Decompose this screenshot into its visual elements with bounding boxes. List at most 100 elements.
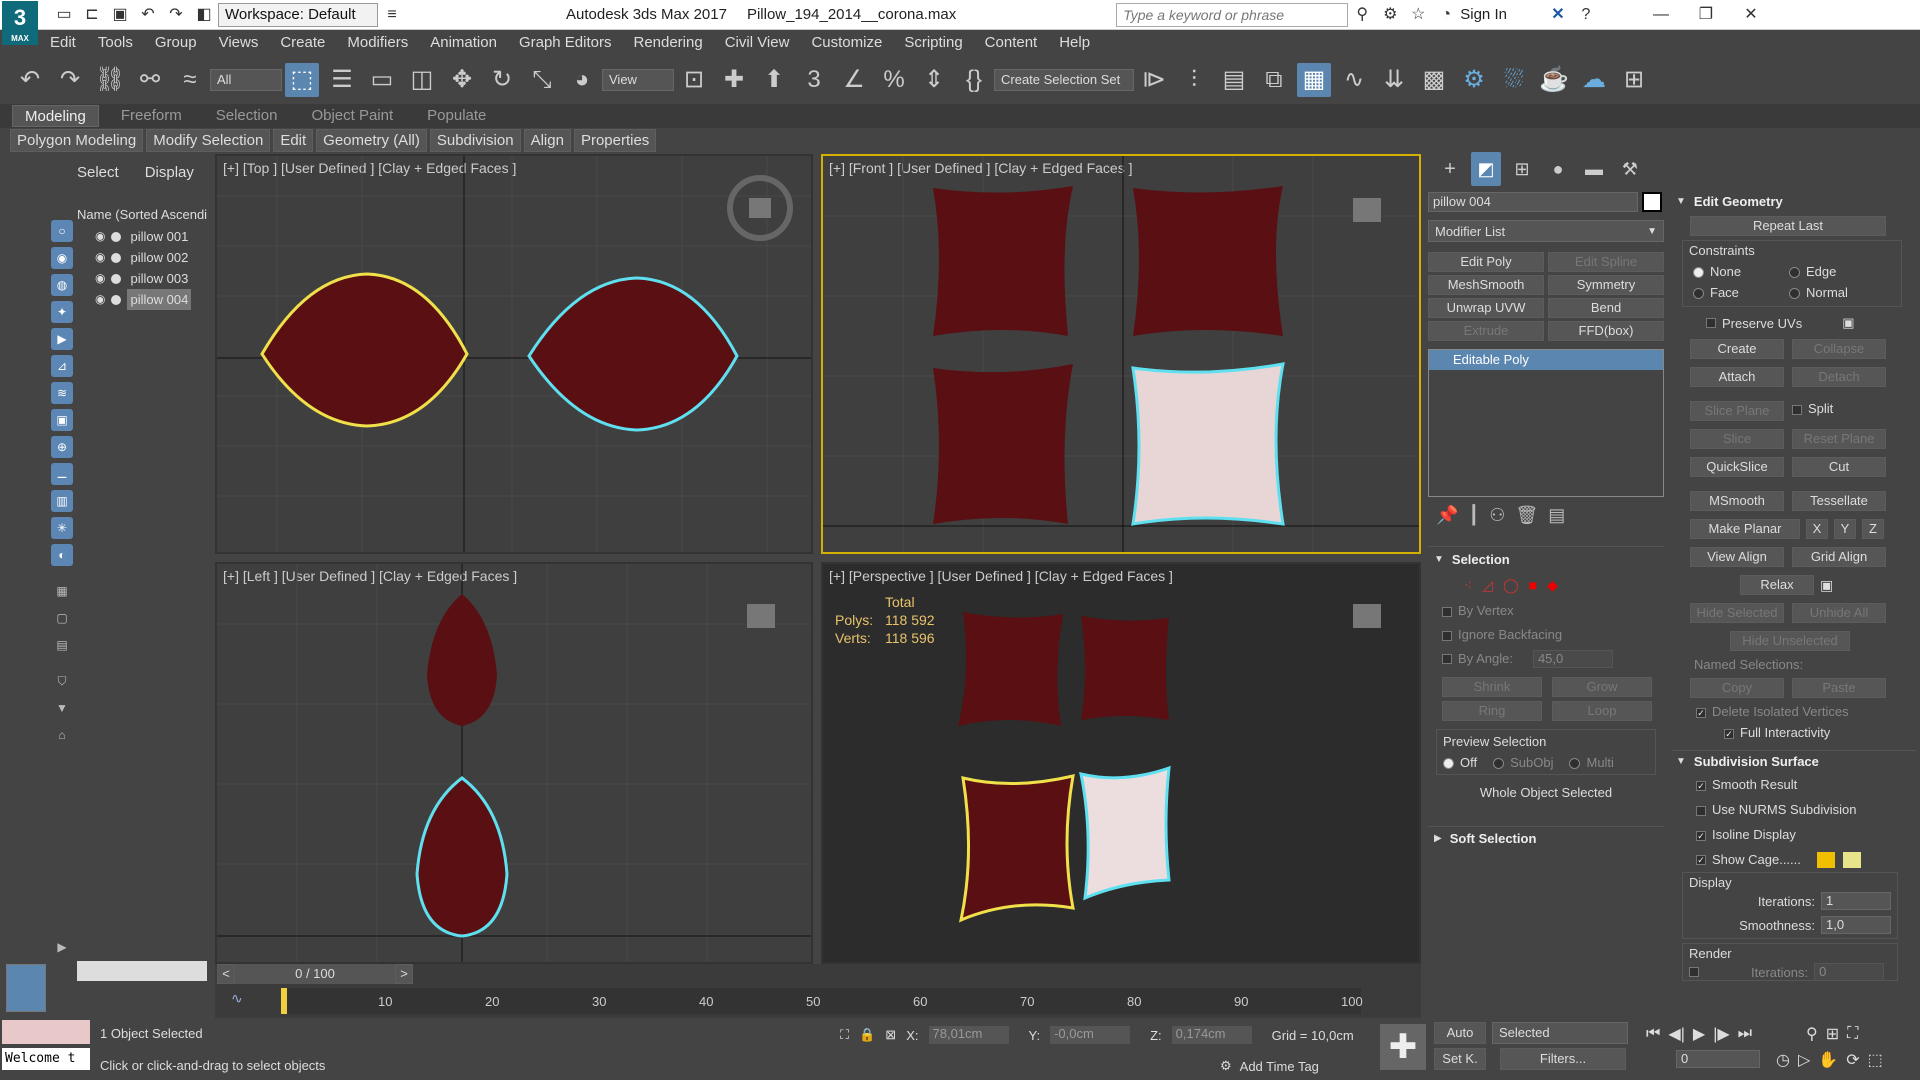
- display-groups-icon[interactable]: ▣: [51, 409, 73, 431]
- constraint-face-radio[interactable]: Face: [1710, 285, 1739, 300]
- quickslice-button[interactable]: QuickSlice: [1690, 457, 1784, 477]
- viewport-top[interactable]: [+] [Top ] [User Defined ] [Clay + Edged…: [215, 154, 813, 554]
- collapse-arrow-icon[interactable]: ▼: [1434, 554, 1444, 565]
- zoom-all-icon[interactable]: ⊞: [1826, 1024, 1839, 1044]
- window-crossing-icon[interactable]: ◫: [405, 63, 439, 97]
- lock-selection-icon[interactable]: 🔒: [859, 1027, 875, 1043]
- percent-snap-icon[interactable]: %: [877, 63, 911, 97]
- ribbon-tab[interactable]: Freeform: [109, 105, 194, 127]
- ribbon-panel-label[interactable]: Align: [523, 128, 571, 152]
- time-tag-icon[interactable]: ⚙: [1220, 1058, 1232, 1074]
- key-selection-dropdown[interactable]: Selected: [1492, 1022, 1628, 1044]
- relax-settings-icon[interactable]: ▣: [1820, 577, 1833, 594]
- menu-item[interactable]: Animation: [430, 34, 497, 51]
- by-angle-check[interactable]: By Angle:: [1458, 647, 1513, 671]
- z-coordinate-field[interactable]: 0,174cm: [1171, 1026, 1252, 1044]
- border-mode-icon[interactable]: ◯: [1503, 577, 1519, 594]
- render-shortcuts-icon[interactable]: ⊞: [1617, 63, 1651, 97]
- shrink-button[interactable]: Shrink: [1442, 677, 1542, 697]
- scale-icon[interactable]: ⤡: [525, 63, 559, 97]
- time-slider[interactable]: 0 / 100: [235, 964, 395, 984]
- select-by-name-icon[interactable]: ☰: [325, 63, 359, 97]
- split-check[interactable]: Split: [1808, 401, 1833, 416]
- new-file-icon[interactable]: ▭: [53, 4, 75, 26]
- motion-tab-icon[interactable]: ●: [1543, 152, 1573, 186]
- preview-subobj-radio[interactable]: SubObj: [1510, 755, 1553, 770]
- layer-explorer-icon[interactable]: ⧉: [1257, 63, 1291, 97]
- pivot-center-icon[interactable]: ⊡: [677, 63, 711, 97]
- ribbon-tab[interactable]: Object Paint: [299, 105, 405, 127]
- menu-item[interactable]: Help: [1059, 34, 1090, 51]
- smoothness-field[interactable]: 1,0: [1821, 916, 1891, 934]
- ring-button[interactable]: Ring: [1442, 701, 1542, 721]
- favorites-star-icon[interactable]: ☆: [1407, 4, 1429, 26]
- preview-off-radio[interactable]: Off: [1460, 755, 1477, 770]
- hide-selected-button[interactable]: Hide Selected: [1690, 603, 1784, 623]
- attach-button[interactable]: Attach: [1690, 367, 1784, 387]
- make-unique-icon[interactable]: ⚇: [1489, 505, 1505, 526]
- dropdown-arrow-icon[interactable]: ▼: [1647, 226, 1657, 237]
- open-file-icon[interactable]: ⊏: [81, 4, 103, 26]
- x-coordinate-field[interactable]: 78,01cm: [928, 1026, 1009, 1044]
- msmooth-button[interactable]: MSmooth: [1690, 491, 1784, 511]
- communication-icon[interactable]: ⚙: [1379, 4, 1401, 26]
- cage-color-2[interactable]: [1842, 851, 1861, 868]
- ribbon-panel-label[interactable]: Edit: [273, 128, 314, 152]
- modifier-button[interactable]: Edit Poly: [1428, 252, 1544, 272]
- planar-x-button[interactable]: X: [1806, 519, 1828, 539]
- maxscript-mini-listener[interactable]: Welcome t: [2, 1048, 90, 1070]
- scene-explorer-scrollbar[interactable]: [77, 961, 207, 981]
- display-bones-icon[interactable]: ⚊: [51, 463, 73, 485]
- display-shapes-icon[interactable]: ◍: [51, 274, 73, 296]
- use-nurms-check[interactable]: Use NURMS Subdivision: [1712, 802, 1857, 817]
- menu-item[interactable]: Content: [985, 34, 1038, 51]
- display-lights-icon[interactable]: ✦: [51, 301, 73, 323]
- y-coordinate-field[interactable]: -0,0cm: [1050, 1026, 1131, 1044]
- constraint-none-radio[interactable]: None: [1710, 264, 1741, 279]
- rendered-frame-window-icon[interactable]: ⛆: [1497, 63, 1531, 97]
- visibility-eye-icon[interactable]: ◉: [95, 247, 105, 268]
- modifier-button[interactable]: FFD(box): [1548, 321, 1664, 341]
- display-frozen-icon[interactable]: ◐: [51, 544, 73, 566]
- select-manipulate-icon[interactable]: ✚: [717, 63, 751, 97]
- smooth-result-check[interactable]: Smooth Result: [1712, 777, 1797, 792]
- by-vertex-check[interactable]: By Vertex: [1458, 603, 1514, 618]
- angle-snap-icon[interactable]: ∠: [837, 63, 871, 97]
- render-setup-icon[interactable]: ⚙: [1457, 63, 1491, 97]
- move-icon[interactable]: ✥: [445, 63, 479, 97]
- menu-item[interactable]: Views: [219, 34, 259, 51]
- add-time-tag[interactable]: Add Time Tag: [1240, 1059, 1319, 1074]
- preview-multi-radio[interactable]: Multi: [1586, 755, 1613, 770]
- auto-key-button[interactable]: Auto: [1434, 1022, 1486, 1044]
- make-planar-button[interactable]: Make Planar: [1690, 519, 1800, 539]
- spinner-snap-icon[interactable]: ⇕: [917, 63, 951, 97]
- reference-coordinate-dropdown[interactable]: View: [602, 69, 674, 91]
- maximize-viewport-icon[interactable]: ⬚: [1868, 1050, 1883, 1070]
- goto-start-icon[interactable]: ⏮: [1646, 1025, 1660, 1043]
- subdivision-surface-title[interactable]: Subdivision Surface: [1694, 754, 1819, 769]
- scene-object-row[interactable]: ◉ pillow 002: [77, 247, 210, 268]
- expand-arrow-icon[interactable]: ▶: [1434, 833, 1442, 844]
- render-cloud-icon[interactable]: ☁: [1577, 63, 1611, 97]
- modifier-button[interactable]: Symmetry: [1548, 275, 1664, 295]
- display-containers-icon[interactable]: ▥: [51, 490, 73, 512]
- remove-modifier-icon[interactable]: 🗑: [1515, 505, 1538, 526]
- close-icon[interactable]: ✕: [1740, 4, 1762, 26]
- angle-field[interactable]: 45,0: [1532, 650, 1613, 668]
- menu-item[interactable]: Edit: [50, 34, 76, 51]
- ribbon-panel-label[interactable]: Polygon Modeling: [10, 128, 144, 152]
- visibility-eye-icon[interactable]: ◉: [95, 289, 105, 310]
- menu-item[interactable]: Customize: [811, 34, 882, 51]
- modifier-list-dropdown[interactable]: Modifier List: [1435, 224, 1505, 239]
- utilities-tab-icon[interactable]: ⚒: [1615, 152, 1645, 186]
- isoline-display-check[interactable]: Isoline Display: [1712, 827, 1796, 842]
- collapse-arrow-icon[interactable]: ▼: [1676, 756, 1686, 767]
- rotate-icon[interactable]: ↻: [485, 63, 519, 97]
- element-mode-icon[interactable]: ◆: [1547, 577, 1558, 594]
- current-frame-field[interactable]: 0: [1676, 1050, 1760, 1068]
- edit-named-selection-icon[interactable]: {}: [957, 63, 991, 97]
- next-key-icon[interactable]: |▶: [1713, 1024, 1729, 1044]
- ribbon-panel-label[interactable]: Modify Selection: [146, 128, 271, 152]
- scene-object-row[interactable]: ◉ pillow 001: [77, 226, 210, 247]
- slice-button[interactable]: Slice: [1690, 429, 1784, 449]
